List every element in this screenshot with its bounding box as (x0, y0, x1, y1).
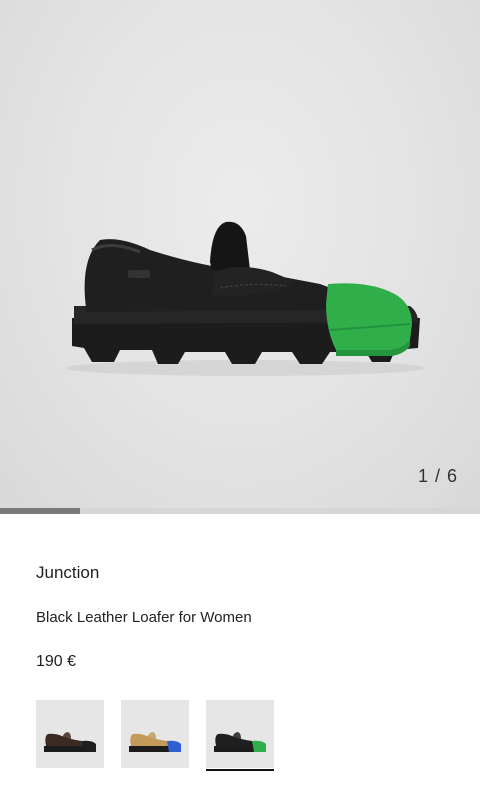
color-variant-swatch[interactable] (121, 700, 189, 768)
product-name: Junction (36, 563, 100, 582)
gallery-progress-bar (0, 508, 480, 514)
product-subtitle: Black Leather Loafer for Women (36, 609, 252, 626)
color-variant-list (36, 700, 274, 771)
color-variant-swatch[interactable] (206, 700, 274, 771)
gallery-progress-fill (0, 508, 81, 514)
variant-shoe-thumbnail (129, 732, 181, 752)
image-counter: 1 / 6 (417, 466, 458, 486)
product-image-gallery[interactable]: 1 / 6 (0, 0, 480, 508)
variant-shoe-thumbnail (44, 732, 96, 752)
product-price: 190 € (36, 653, 77, 670)
variant-shoe-thumbnail (214, 732, 266, 752)
color-variant-swatch[interactable] (36, 700, 104, 768)
product-shoe-image (65, 221, 425, 376)
